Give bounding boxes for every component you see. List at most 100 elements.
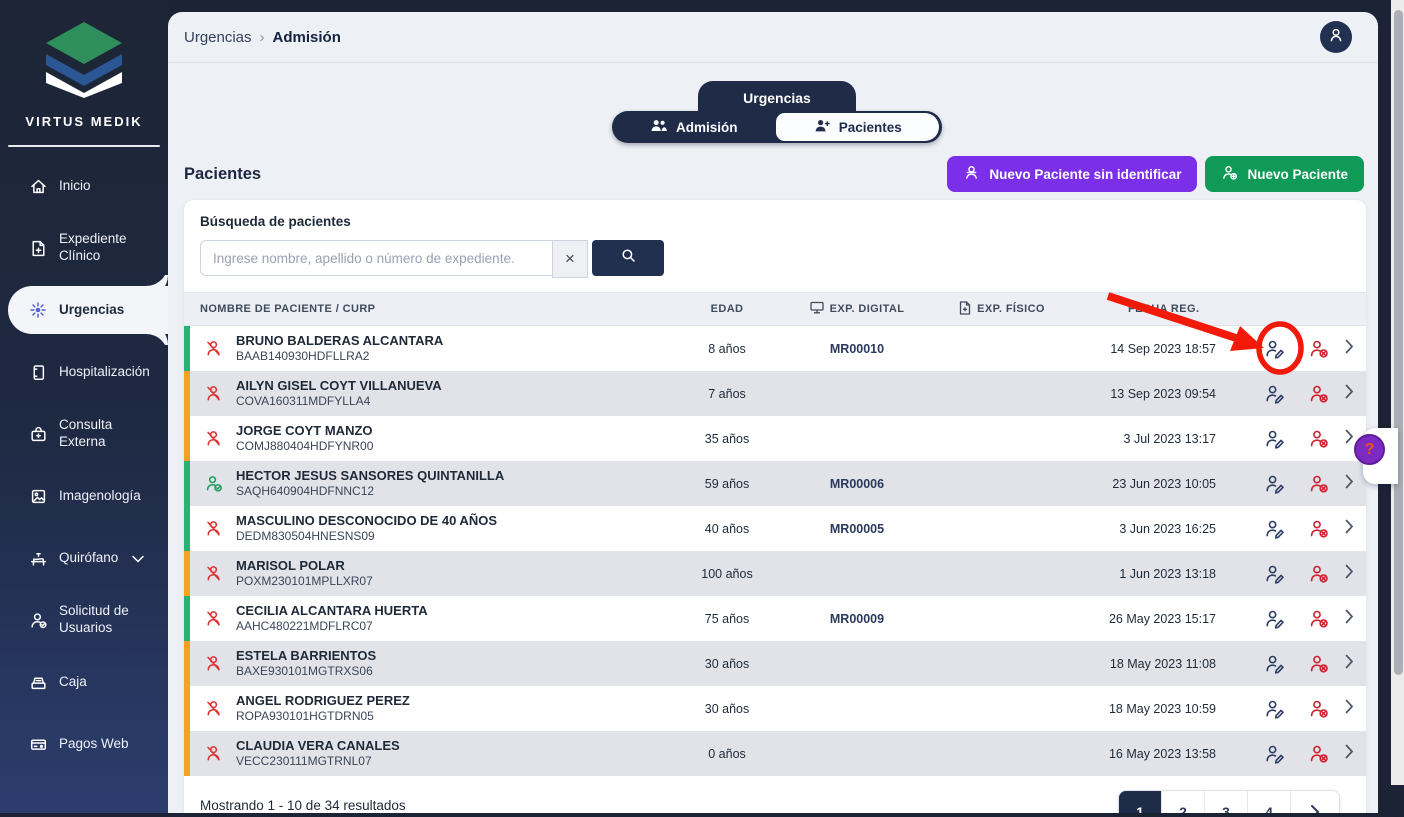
sidebar-item-expediente-clinico[interactable]: Expediente Clínico [0, 217, 168, 279]
sidebar-item-consulta-externa[interactable]: Consulta Externa [0, 403, 168, 465]
patient-age: 59 años [672, 477, 782, 491]
patient-age: 40 años [672, 522, 782, 536]
row-chevron-icon[interactable] [1345, 699, 1354, 719]
table-row[interactable]: HECTOR JESUS SANSORES QUINTANILLA SAQH64… [184, 461, 1366, 506]
table-row[interactable]: ANGEL RODRIGUEZ PEREZ ROPA930101HGTDRN05… [184, 686, 1366, 731]
edit-patient-icon[interactable] [1264, 518, 1286, 540]
patient-identified-icon [204, 474, 223, 493]
page-button-4[interactable]: 4 [1248, 791, 1291, 813]
title-row: Pacientes Nuevo Paciente sin identificar [184, 156, 1364, 192]
remove-patient-icon[interactable] [1308, 653, 1330, 675]
page-button-2[interactable]: 2 [1162, 791, 1205, 813]
patient-unidentified-icon [204, 429, 223, 448]
tab-label: Pacientes [839, 120, 902, 135]
table-row[interactable]: AILYN GISEL COYT VILLANUEVA COVA160311MD… [184, 371, 1366, 416]
help-button[interactable]: ? [1354, 434, 1385, 465]
row-chevron-icon[interactable] [1345, 744, 1354, 764]
breadcrumb-root[interactable]: Urgencias [184, 29, 252, 46]
column-header-age[interactable]: EDAD [672, 303, 782, 315]
column-header-exp-digital[interactable]: EXP. DIGITAL [782, 301, 932, 317]
registration-date: 3 Jun 2023 16:25 [1072, 522, 1262, 536]
edit-patient-icon[interactable] [1264, 698, 1286, 720]
edit-patient-icon[interactable] [1264, 473, 1286, 495]
sidebar-item-label: Solicitud de Usuarios [59, 603, 151, 637]
tab-pacientes[interactable]: Pacientes [776, 113, 940, 141]
exp-digital-value: MR00006 [782, 477, 932, 491]
remove-patient-icon[interactable] [1308, 743, 1330, 765]
remove-patient-icon[interactable] [1308, 608, 1330, 630]
table-row[interactable]: JORGE COYT MANZO COMJ880404HDFYNR00 35 a… [184, 416, 1366, 461]
breadcrumb: Urgencias › Admisión [184, 12, 341, 62]
table-row[interactable]: MASCULINO DESCONOCIDO DE 40 AÑOS DEDM830… [184, 506, 1366, 551]
sidebar-item-hospitalizacion[interactable]: Hospitalización [0, 341, 168, 403]
sidebar-item-label: Quirófano [59, 550, 118, 567]
patient-curp: SAQH640904HDFNNC12 [236, 484, 672, 499]
registration-date: 18 May 2023 10:59 [1072, 702, 1262, 716]
emergency-icon [28, 300, 48, 320]
row-chevron-icon[interactable] [1345, 564, 1354, 584]
row-chevron-icon[interactable] [1345, 654, 1354, 674]
table-row[interactable]: CLAUDIA VERA CANALES VECC230111MGTRNL07 … [184, 731, 1366, 776]
row-chevron-icon[interactable] [1345, 429, 1354, 449]
patient-name: HECTOR JESUS SANSORES QUINTANILLA [236, 468, 672, 484]
remove-patient-icon[interactable] [1308, 698, 1330, 720]
sidebar-item-solicitud-de-usuarios[interactable]: Solicitud de Usuarios [0, 589, 168, 651]
person-add-icon [1221, 164, 1238, 184]
row-chevron-icon[interactable] [1345, 339, 1354, 359]
patient-curp: AAHC480221MDFLRC07 [236, 619, 672, 634]
next-page-button[interactable] [1291, 791, 1339, 813]
clear-search-button[interactable]: × [552, 240, 588, 278]
remove-patient-icon[interactable] [1308, 473, 1330, 495]
column-header-fecha[interactable]: FECHA REG. [1072, 303, 1262, 315]
scrollbar-thumb[interactable] [1394, 10, 1403, 675]
remove-patient-icon[interactable] [1308, 428, 1330, 450]
column-header-exp-fisico[interactable]: EXP. FÍSICO [932, 301, 1072, 318]
sidebar-item-imagenologia[interactable]: Imagenología [0, 465, 168, 527]
pagination: 1234 [1118, 790, 1340, 813]
row-chevron-icon[interactable] [1345, 609, 1354, 629]
sidebar-item-inicio[interactable]: Inicio [0, 155, 168, 217]
sidebar-item-urgencias[interactable]: Urgencias [8, 286, 168, 334]
sidebar-item-caja[interactable]: Caja [0, 651, 168, 713]
remove-patient-icon[interactable] [1308, 518, 1330, 540]
table-row[interactable]: ESTELA BARRIENTOS BAXE930101MGTRXS06 30 … [184, 641, 1366, 686]
edit-patient-icon[interactable] [1264, 608, 1286, 630]
edit-patient-icon[interactable] [1264, 428, 1286, 450]
table-row[interactable]: CECILIA ALCANTARA HUERTA AAHC480221MDFLR… [184, 596, 1366, 641]
column-header-label: EXP. DIGITAL [830, 303, 905, 315]
tab-admision[interactable]: Admisión [612, 111, 776, 143]
row-chevron-icon[interactable] [1345, 474, 1354, 494]
user-avatar-button[interactable] [1320, 21, 1352, 53]
hospitalization-icon [28, 362, 48, 382]
sidebar-item-quirofano[interactable]: Quirófano [0, 527, 168, 589]
registration-date: 23 Jun 2023 10:05 [1072, 477, 1262, 491]
new-patient-button[interactable]: Nuevo Paciente [1205, 156, 1364, 192]
edit-patient-icon[interactable] [1264, 653, 1286, 675]
search-button[interactable] [592, 240, 664, 276]
edit-patient-icon[interactable] [1264, 383, 1286, 405]
imaging-icon [28, 486, 48, 506]
edit-patient-icon[interactable] [1264, 338, 1286, 360]
column-header-name[interactable]: NOMBRE DE PACIENTE / CURP [184, 303, 672, 315]
remove-patient-icon[interactable] [1308, 338, 1330, 360]
row-chevron-icon[interactable] [1345, 519, 1354, 539]
page-button-3[interactable]: 3 [1205, 791, 1248, 813]
row-chevron-icon[interactable] [1345, 384, 1354, 404]
new-unidentified-patient-button[interactable]: Nuevo Paciente sin identificar [947, 156, 1197, 192]
patient-age: 100 años [672, 567, 782, 581]
table-row[interactable]: MARISOL POLAR POXM230101MPLLXR07 100 año… [184, 551, 1366, 596]
edit-patient-icon[interactable] [1264, 563, 1286, 585]
search-input[interactable] [200, 240, 552, 276]
operating-room-icon [28, 548, 48, 568]
remove-patient-icon[interactable] [1308, 563, 1330, 585]
sidebar-item-pagos-web[interactable]: Pagos Web [0, 713, 168, 775]
person-plus-icon [813, 118, 831, 137]
scrollbar-track[interactable] [1391, 0, 1404, 790]
sidebar-item-label: Imagenología [59, 488, 141, 505]
table-row[interactable]: BRUNO BALDERAS ALCANTARA BAAB140930HDFLL… [184, 326, 1366, 371]
edit-patient-icon[interactable] [1264, 743, 1286, 765]
remove-patient-icon[interactable] [1308, 383, 1330, 405]
page-button-1[interactable]: 1 [1119, 791, 1162, 813]
patient-name: ESTELA BARRIENTOS [236, 648, 672, 664]
patient-name: CECILIA ALCANTARA HUERTA [236, 603, 672, 619]
